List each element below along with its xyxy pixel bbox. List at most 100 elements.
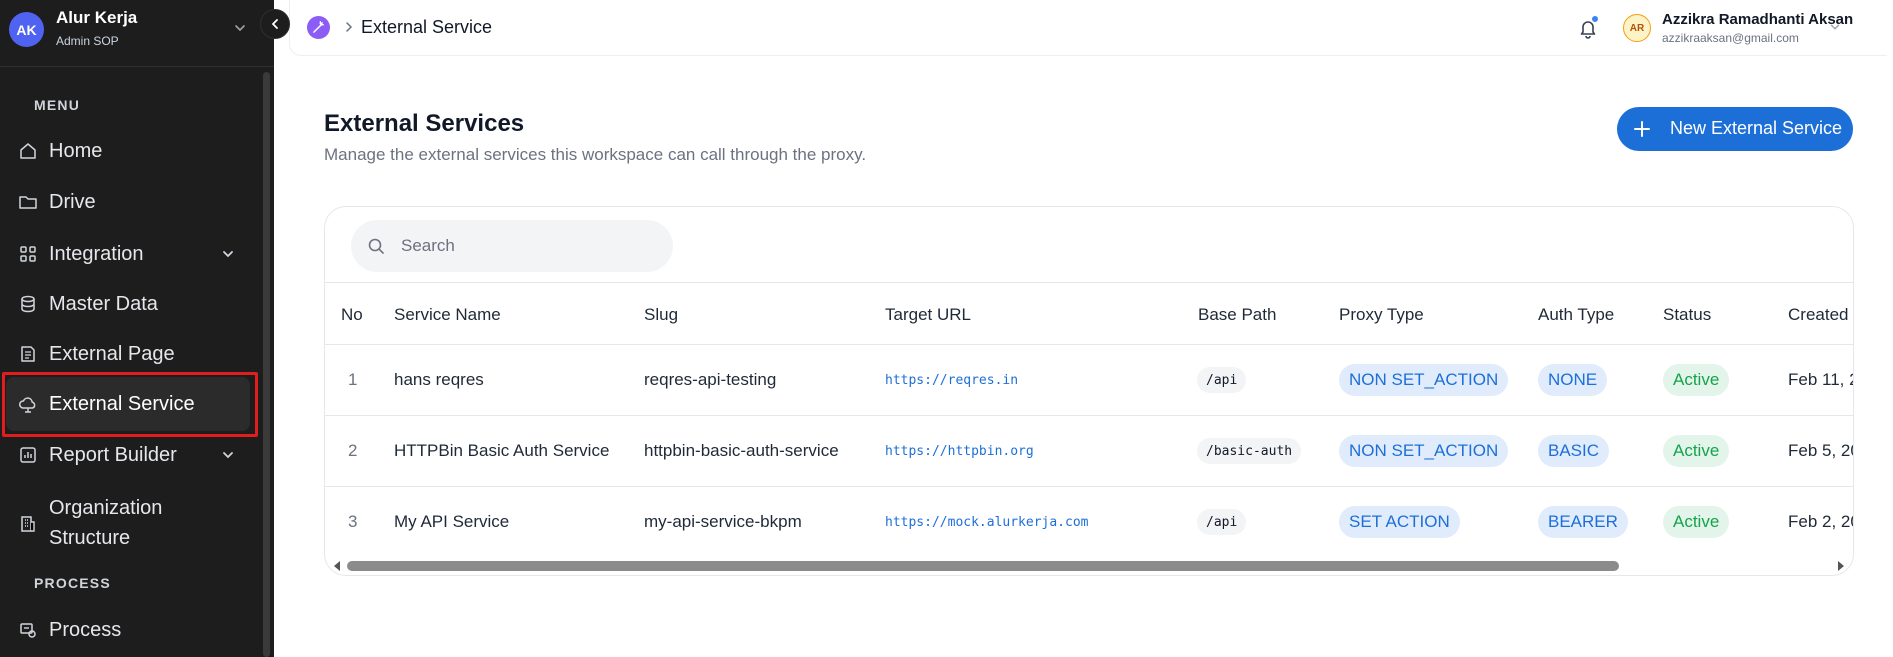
cloud-icon [19, 397, 36, 413]
sidebar-item-organization-structure[interactable]: Organization Structure [6, 490, 250, 554]
cell-target-url[interactable]: https://reqres.in [885, 373, 1018, 388]
sidebar: AK Alur Kerja Admin SOP MENU Home Drive … [0, 0, 274, 657]
user-email: azzikraaksan@gmail.com [1662, 31, 1799, 45]
scrollbar-thumb[interactable] [347, 561, 1619, 571]
row-divider [325, 486, 1853, 487]
cell-slug: reqres-api-testing [644, 370, 777, 389]
row-divider [325, 344, 1853, 345]
column-header-base-path[interactable]: Base Path [1198, 305, 1276, 325]
database-icon [21, 295, 35, 313]
top-bar: External Service AR Azzikra Ramadhanti A… [289, 0, 1887, 56]
page-title: External Services [324, 110, 525, 137]
cell-base-path: /basic-auth [1197, 438, 1302, 464]
cell-auth-type-badge: BASIC [1538, 435, 1610, 467]
user-name[interactable]: Azzikra Ramadhanti Aksan [1662, 11, 1853, 28]
sidebar-item-integration[interactable]: Integration [6, 227, 250, 281]
breadcrumb: External Service [361, 17, 493, 37]
scroll-right-arrow-icon[interactable] [1837, 561, 1845, 571]
sidebar-item-label: Organization Structure [49, 493, 162, 553]
plus-icon [1634, 121, 1650, 137]
report-icon [20, 447, 36, 463]
sidebar-scrollbar[interactable] [263, 72, 270, 657]
cell-no: 2 [348, 441, 358, 460]
status-badge: Active [1663, 435, 1730, 467]
cell-created: Feb 11, 2 [1788, 370, 1854, 389]
page-subtitle: Manage the external services this worksp… [324, 145, 867, 164]
sidebar-item-process[interactable]: Process [6, 603, 250, 657]
new-external-service-button[interactable]: New External Service [1617, 107, 1853, 151]
workspace-avatar: AK [9, 12, 44, 47]
column-header-service-name[interactable]: Service Name [394, 305, 501, 325]
sidebar-collapse-button[interactable] [260, 9, 290, 39]
magic-wand-icon[interactable] [307, 16, 330, 39]
chevron-right-icon [346, 22, 353, 32]
chevron-left-icon [271, 19, 278, 29]
new-external-service-label: New External Service [1670, 118, 1843, 138]
process-section-label: PROCESS [34, 575, 111, 591]
folder-icon [19, 196, 37, 209]
cell-proxy-type-badge: NON SET_ACTION [1339, 364, 1509, 396]
cell-service-name: My API Service [394, 512, 510, 531]
chevron-down-icon [235, 25, 245, 32]
sidebar-item-label: Home [49, 139, 103, 162]
status-badge: Active [1663, 506, 1730, 538]
cell-no: 1 [348, 370, 358, 389]
sidebar-item-label: Master Data [49, 292, 158, 315]
workspace-name: Alur Kerja [56, 8, 138, 27]
services-table-card: Search No Service Name Slug Target URL B… [324, 206, 1854, 576]
cell-proxy-type-badge: SET ACTION [1339, 506, 1460, 538]
sidebar-item-label: Integration [49, 242, 144, 265]
cell-auth-type-badge: BEARER [1538, 506, 1628, 538]
sidebar-item-external-service[interactable]: External Service [6, 377, 250, 431]
workspace-role: Admin SOP [56, 34, 119, 48]
cell-target-url[interactable]: https://mock.alurkerja.com [885, 515, 1089, 530]
cell-base-path: /api [1197, 509, 1247, 535]
cell-base-path: /api [1197, 367, 1247, 393]
user-avatar[interactable]: AR [1623, 14, 1651, 42]
notification-dot [1591, 15, 1599, 23]
sidebar-item-drive[interactable]: Drive [6, 175, 250, 229]
column-header-no[interactable]: No [341, 305, 363, 325]
sidebar-item-label: External Page [49, 342, 175, 365]
search-placeholder: Search [401, 236, 455, 255]
sidebar-item-label-line1: Organization [49, 497, 163, 519]
cell-service-name: hans reqres [394, 370, 484, 389]
chevron-down-icon [223, 251, 233, 258]
column-header-status[interactable]: Status [1663, 305, 1711, 325]
cell-proxy-type-badge: NON SET_ACTION [1339, 435, 1509, 467]
sidebar-item-home[interactable]: Home [6, 124, 250, 178]
column-header-slug[interactable]: Slug [644, 305, 678, 325]
cell-created: Feb 5, 20 [1788, 441, 1854, 460]
cell-created: Feb 2, 20 [1788, 512, 1854, 531]
sidebar-item-label: Report Builder [49, 443, 177, 466]
sidebar-item-label: Process [49, 618, 122, 641]
chevron-down-icon [223, 452, 233, 459]
grid-icon [20, 246, 36, 262]
table-divider [325, 282, 1853, 283]
column-header-proxy-type[interactable]: Proxy Type [1339, 305, 1424, 325]
cell-auth-type-badge: NONE [1538, 364, 1608, 396]
column-header-target-url[interactable]: Target URL [885, 305, 971, 325]
process-icon [20, 623, 36, 638]
cell-no: 3 [348, 512, 358, 531]
sidebar-item-external-page[interactable]: External Page [6, 327, 250, 381]
home-icon [20, 143, 36, 159]
chevron-down-icon[interactable] [1828, 20, 1842, 34]
cell-target-url[interactable]: https://httpbin.org [885, 444, 1034, 459]
sidebar-item-label: Drive [49, 190, 96, 213]
column-header-auth-type[interactable]: Auth Type [1538, 305, 1614, 325]
building-icon [21, 516, 35, 532]
menu-section-label: MENU [34, 97, 81, 113]
workspace-switcher[interactable]: AK Alur Kerja Admin SOP [0, 0, 274, 56]
status-badge: Active [1663, 364, 1730, 396]
cell-slug: my-api-service-bkpm [644, 512, 802, 531]
page-icon [21, 346, 35, 362]
horizontal-scrollbar[interactable] [325, 557, 1853, 575]
column-header-created[interactable]: Created [1788, 305, 1848, 325]
sidebar-item-label-line2: Structure [49, 527, 131, 549]
sidebar-item-master-data[interactable]: Master Data [6, 277, 250, 331]
sidebar-divider [0, 66, 274, 67]
sidebar-item-report-builder[interactable]: Report Builder [6, 428, 250, 482]
search-input[interactable]: Search [351, 220, 673, 272]
scroll-left-arrow-icon[interactable] [333, 561, 341, 571]
